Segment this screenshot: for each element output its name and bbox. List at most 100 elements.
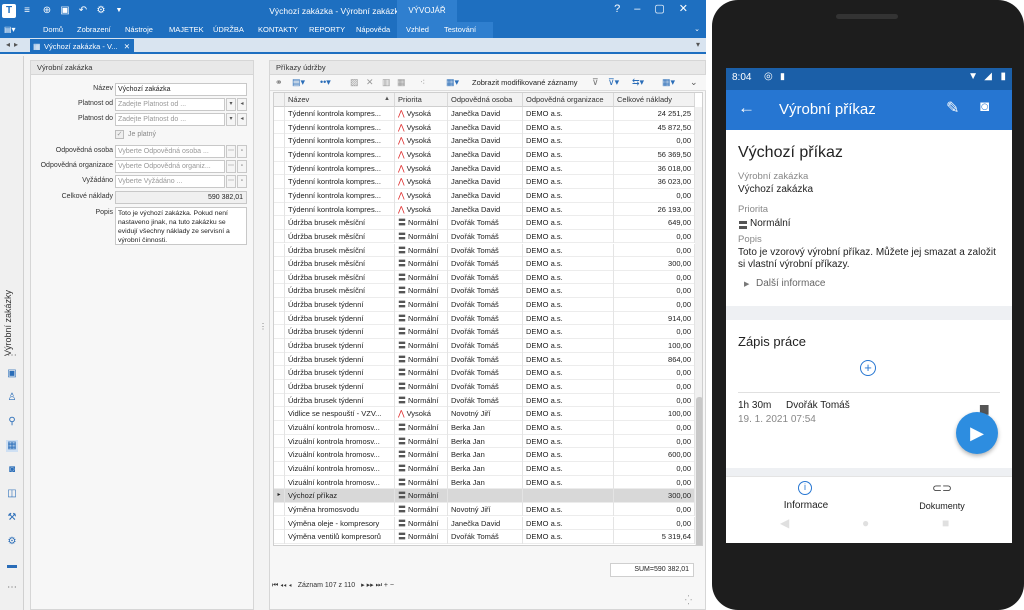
start-timer-fab[interactable]: ▶ xyxy=(956,412,998,454)
window-controls[interactable]: ?–▢✕ xyxy=(614,2,702,15)
row-indicator[interactable] xyxy=(274,188,285,203)
row-indicator[interactable] xyxy=(274,475,285,490)
table-row[interactable]: Údržba brusek týdenní 〓 Normální Dvořák Tom… xyxy=(274,339,702,353)
table-row[interactable]: Týdenní kontrola kompres... ⋀ Vysoká Janečk… xyxy=(274,107,702,121)
rail-more-icon[interactable]: ⋯ xyxy=(6,582,18,594)
row-indicator[interactable] xyxy=(274,257,285,271)
columns-icon[interactable]: ⇆▾ xyxy=(632,77,644,88)
tab-vychozi-zakazka[interactable]: ▦ Výchozí zakázka - V... ✕ xyxy=(30,39,134,54)
table-row[interactable]: Údržba brusek týdenní 〓 Normální Dvořák Tom… xyxy=(274,325,702,340)
lookup-icon[interactable]: ▫ xyxy=(237,145,247,158)
menu-kontakty[interactable]: KONTAKTY xyxy=(258,25,298,34)
filter-clear-icon[interactable]: ⊽ xyxy=(592,77,599,88)
table-row[interactable]: Údržba brusek týdenní 〓 Normální Dvořák Tom… xyxy=(274,311,702,326)
menu-reporty[interactable]: REPORTY xyxy=(309,25,345,34)
row-indicator[interactable] xyxy=(274,243,285,258)
table-row[interactable]: Údržba brusek týdenní 〓 Normální Dvořák Tom… xyxy=(274,393,702,408)
new-record-icon[interactable]: ▤▾ xyxy=(292,77,305,88)
je-platny-checkbox[interactable]: ✓ xyxy=(115,130,124,139)
nazev-input[interactable]: Výchozí zakázka xyxy=(115,83,247,96)
lookup-more-icon[interactable]: ⋯ xyxy=(226,160,236,173)
rail-user-card-icon[interactable]: ◙ xyxy=(6,464,18,476)
menu-majetek[interactable]: MAJETEK xyxy=(169,25,204,34)
menu-nastroje[interactable]: Nástroje xyxy=(125,25,153,34)
trash-icon[interactable]: ▥ xyxy=(382,77,391,88)
link-icon[interactable]: ⚭ xyxy=(275,77,283,88)
nav-add-icon[interactable]: + xyxy=(384,582,388,589)
row-indicator[interactable] xyxy=(274,202,285,217)
android-back-icon[interactable]: ◀ xyxy=(780,516,789,530)
row-indicator[interactable] xyxy=(274,407,285,421)
table-row[interactable]: Údržba brusek týdenní 〓 Normální Dvořák Tom… xyxy=(274,298,702,312)
close-tab-icon[interactable]: ✕ xyxy=(124,39,130,54)
tab-scroll-right-icon[interactable]: ▸ xyxy=(14,40,18,49)
table-row[interactable]: Vizuální kontrola hromosv... 〓 Normální Ber… xyxy=(274,461,702,476)
row-indicator[interactable] xyxy=(274,134,285,148)
rail-chart-icon[interactable]: ◫ xyxy=(6,488,18,500)
menu-testovani[interactable]: Testování xyxy=(444,25,476,34)
file-menu-icon[interactable]: ▤▾ xyxy=(4,25,16,34)
table-row[interactable]: Údržba brusek měsíční 〓 Normální Dvořák Tom… xyxy=(274,229,702,244)
show-modified-toggle[interactable]: Zobrazit modifikované záznamy xyxy=(472,78,577,87)
row-indicator[interactable] xyxy=(274,216,285,230)
add-work-icon[interactable]: + xyxy=(860,360,876,376)
table-row[interactable]: Výměna hromosvodu 〓 Normální Novotný Jiří DE… xyxy=(274,502,702,517)
nav-next-page-icon[interactable]: ▸▸ xyxy=(367,582,374,589)
table-row[interactable]: Vizuální kontrola hromosv... 〓 Normální Ber… xyxy=(274,434,702,449)
row-indicator[interactable] xyxy=(274,270,285,285)
ribbon-expand-icon[interactable]: ⌄ xyxy=(694,25,700,33)
lookup-icon[interactable]: ▫ xyxy=(237,160,247,173)
lookup-more-icon[interactable]: ⋯ xyxy=(226,175,236,188)
col-header-odpovedna-organizace[interactable]: Odpovědná organizace xyxy=(523,93,614,107)
expand-chevron-icon[interactable]: ▶ xyxy=(744,280,749,288)
row-indicator[interactable] xyxy=(274,448,285,462)
row-indicator[interactable] xyxy=(274,516,285,531)
table-row[interactable]: Údržba brusek měsíční 〓 Normální Dvořák Tom… xyxy=(274,243,702,258)
more-actions-icon[interactable]: ••▾ xyxy=(320,77,331,88)
android-recents-icon[interactable]: ■ xyxy=(942,516,949,530)
table-row[interactable]: Údržba brusek týdenní 〓 Normální Dvořák Tom… xyxy=(274,380,702,394)
filter-icon[interactable]: ⊽▾ xyxy=(608,77,619,88)
row-indicator[interactable] xyxy=(274,339,285,353)
print-icon[interactable]: ▦ xyxy=(397,77,406,88)
lookup-more-icon[interactable]: ⋯ xyxy=(226,145,236,158)
developer-context-tab[interactable]: VÝVOJÁŘ xyxy=(397,0,457,22)
nav-prev-page-icon[interactable]: ◂◂ xyxy=(280,582,286,589)
toolbar-overflow-icon[interactable]: ⌄ xyxy=(690,77,698,88)
table-row[interactable]: Údržba brusek měsíční 〓 Normální Dvořák Tom… xyxy=(274,257,702,271)
table-row[interactable]: Údržba brusek měsíční 〓 Normální Dvořák Tom… xyxy=(274,284,702,299)
row-indicator[interactable] xyxy=(274,107,285,121)
row-indicator[interactable] xyxy=(274,420,285,435)
grid-settings-icon[interactable]: ▦▾ xyxy=(662,77,675,88)
tab-list-icon[interactable]: ▾ xyxy=(696,40,700,49)
rail-search-icon[interactable]: ⚲ xyxy=(6,416,18,428)
table-row[interactable]: Údržba brusek týdenní 〓 Normální Dvořák Tom… xyxy=(274,352,702,367)
panel-splitter[interactable]: ⋮ xyxy=(258,60,267,610)
table-row[interactable]: ▸ Výchozí příkaz 〓 Normální 300,00 xyxy=(274,489,702,503)
platnost-do-input[interactable]: Zadejte Platnost do ... xyxy=(115,113,225,126)
row-indicator[interactable] xyxy=(274,161,285,176)
row-indicator[interactable] xyxy=(274,120,285,135)
rail-label[interactable]: Výrobní zakázky xyxy=(3,290,13,356)
vyzadano-select[interactable]: Vyberte Vyžádáno ... xyxy=(115,175,225,188)
col-header-celkove-naklady[interactable]: Celkové náklady xyxy=(614,93,695,107)
menu-domu[interactable]: Domů xyxy=(43,25,63,34)
add-photo-icon[interactable]: ◙ xyxy=(980,98,989,115)
row-indicator[interactable] xyxy=(274,298,285,312)
menu-vzhled[interactable]: Vzhled xyxy=(406,25,429,34)
nav-next-icon[interactable]: ▸ xyxy=(361,582,365,589)
table-row[interactable]: Výměna ventilů kompresorů 〓 Normální Dvořák… xyxy=(274,530,702,544)
date-dropdown-icon[interactable]: ▾ xyxy=(226,113,236,126)
rail-folder-icon[interactable]: ▬ xyxy=(6,560,18,572)
table-row[interactable]: Vizuální kontrola hromosv... 〓 Normální Ber… xyxy=(274,420,702,435)
table-row[interactable]: Výměna oleje - kompresory 〓 Normální Janečk… xyxy=(274,516,702,531)
table-row[interactable]: Údržba brusek týdenní 〓 Normální Dvořák Tom… xyxy=(274,366,702,380)
popis-textarea[interactable]: Toto je výchozí zakázka. Pokud není nast… xyxy=(115,207,247,245)
row-indicator[interactable]: ▸ xyxy=(274,489,285,503)
date-clear-icon[interactable]: ◂ xyxy=(237,113,247,126)
row-indicator[interactable] xyxy=(274,502,285,517)
nav-first-icon[interactable]: ⏮ xyxy=(272,582,278,589)
nav-last-icon[interactable]: ⏭ xyxy=(376,582,382,589)
table-row[interactable]: Týdenní kontrola kompres... ⋀ Vysoká Janečk… xyxy=(274,161,702,176)
more-info-link[interactable]: Další informace xyxy=(756,278,825,289)
